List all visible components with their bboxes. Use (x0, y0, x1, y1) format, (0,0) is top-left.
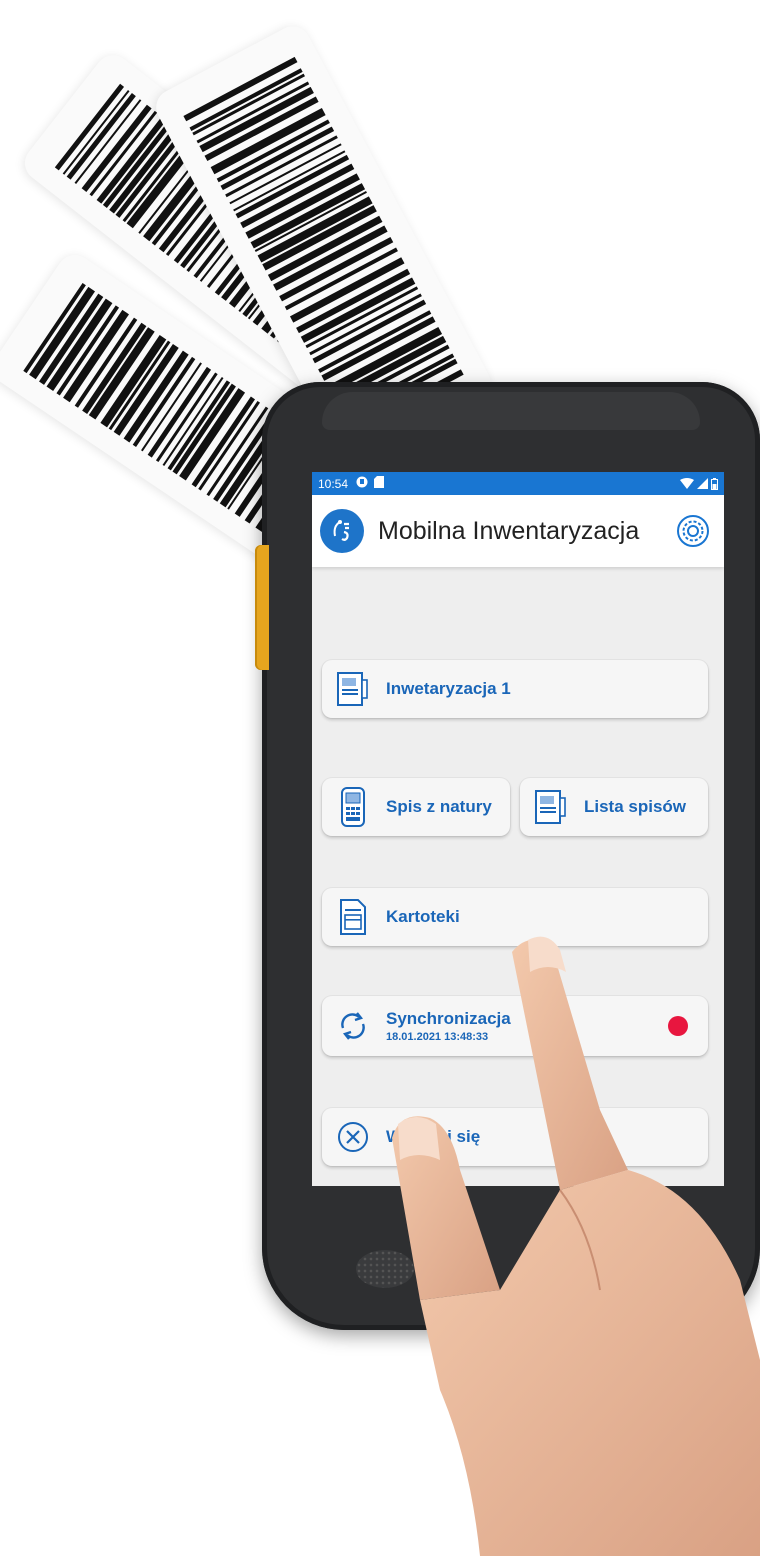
document-icon (336, 669, 370, 709)
stocktake-button[interactable]: Spis z natury (322, 778, 510, 836)
barcode-bar (199, 86, 314, 153)
list-label: Lista spisów (584, 797, 687, 816)
logout-label: Wyloguj się (386, 1127, 481, 1146)
app-logo-icon (320, 509, 364, 553)
records-button[interactable]: Kartoteki (322, 888, 708, 946)
inventory-button[interactable]: Inwetaryzacja 1 (322, 660, 708, 718)
document-icon (534, 787, 568, 827)
wifi-icon (680, 478, 694, 489)
inventory-label: Inwetaryzacja 1 (386, 679, 511, 698)
records-label: Kartoteki (386, 907, 460, 926)
close-circle-icon (336, 1117, 370, 1157)
sync-date: 18.01.2021 13:48:33 (386, 1031, 489, 1043)
signal-icon (697, 478, 708, 489)
barcode-bar (172, 383, 236, 475)
sync-status-indicator (668, 1016, 688, 1036)
gear-icon[interactable] (676, 514, 710, 548)
app-bar: Mobilna Inwentaryzacja (312, 495, 724, 567)
scanner-icon (336, 787, 370, 827)
list-button[interactable]: Lista spisów (520, 778, 708, 836)
device-screen: 10:54 Mobilna Inwentaryzacja Inwetaryzac… (312, 472, 724, 1186)
sync-label: Synchronizacja (386, 1009, 511, 1028)
barcode-bar (62, 89, 130, 175)
sd-card-icon (374, 476, 385, 491)
app-title: Mobilna Inwentaryzacja (378, 516, 640, 545)
stocktake-label: Spis z natury (386, 797, 492, 816)
product-scene: 10:54 Mobilna Inwentaryzacja Inwetaryzac… (0, 0, 760, 1556)
device-top-ridge (322, 392, 700, 430)
sync-button[interactable]: Synchronizacja 18.01.2021 13:48:33 (322, 996, 708, 1056)
sync-icon (336, 1006, 370, 1046)
status-time: 10:54 (318, 476, 349, 491)
logout-button[interactable]: Wyloguj się (322, 1108, 708, 1166)
notification-icon (356, 476, 368, 491)
side-scan-key[interactable] (255, 545, 269, 670)
battery-icon (711, 477, 718, 490)
speaker-grille (356, 1250, 414, 1288)
barcode-bar (54, 83, 125, 171)
sync-texts: Synchronizacja 18.01.2021 13:48:33 (386, 1009, 511, 1043)
status-bar: 10:54 (312, 472, 724, 495)
file-card-icon (336, 897, 370, 937)
status-right-icons (680, 477, 718, 490)
